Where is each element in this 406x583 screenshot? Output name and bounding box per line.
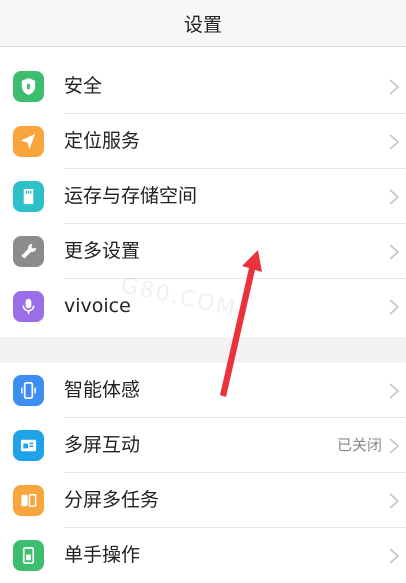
wrench-icon: [13, 236, 44, 267]
shield-icon: [13, 71, 44, 102]
chevron-right-icon: [389, 438, 400, 454]
chevron-right-icon: [389, 244, 400, 260]
one-hand-icon: [13, 540, 44, 571]
section-gap: [0, 337, 406, 363]
settings-item-storage[interactable]: 运存与存储空间: [0, 169, 406, 224]
location-arrow-icon: [13, 126, 44, 157]
settings-item-security[interactable]: 安全: [0, 59, 406, 114]
chevron-right-icon: [389, 79, 400, 95]
settings-item-location[interactable]: 定位服务: [0, 114, 406, 169]
split-screen-icon: [13, 485, 44, 516]
page-title: 设置: [183, 13, 222, 36]
motion-phone-icon: [13, 375, 44, 406]
settings-item-label: 安全: [64, 75, 103, 97]
chevron-right-icon: [389, 548, 400, 564]
storage-card-icon: [13, 181, 44, 212]
settings-item-label: 分屏多任务: [64, 489, 160, 511]
settings-item-more-settings[interactable]: 更多设置: [0, 224, 406, 279]
header-bar: 设置: [0, 0, 406, 47]
settings-item-split-screen[interactable]: 分屏多任务: [0, 473, 406, 528]
settings-item-label: 运存与存储空间: [64, 185, 198, 207]
status-value: 已关闭: [336, 436, 382, 454]
settings-item-label: 多屏互动: [64, 434, 141, 456]
chevron-right-icon: [389, 383, 400, 399]
chevron-right-icon: [389, 299, 400, 315]
settings-item-one-hand[interactable]: 单手操作: [0, 528, 406, 583]
screen-cast-icon: [13, 430, 44, 461]
chevron-right-icon: [389, 189, 400, 205]
chevron-right-icon: [389, 134, 400, 150]
chevron-right-icon: [389, 493, 400, 509]
settings-item-label: 更多设置: [64, 240, 141, 262]
settings-item-label: 智能体感: [64, 379, 141, 401]
settings-item-multi-screen[interactable]: 多屏互动 已关闭: [0, 418, 406, 473]
settings-item-label: 单手操作: [64, 544, 141, 566]
microphone-icon: [13, 291, 44, 322]
settings-item-smart-motion[interactable]: 智能体感: [0, 363, 406, 418]
settings-group-2: 智能体感 多屏互动 已关闭 分屏多任务 单手操作: [0, 363, 406, 583]
settings-item-label: 定位服务: [64, 130, 141, 152]
